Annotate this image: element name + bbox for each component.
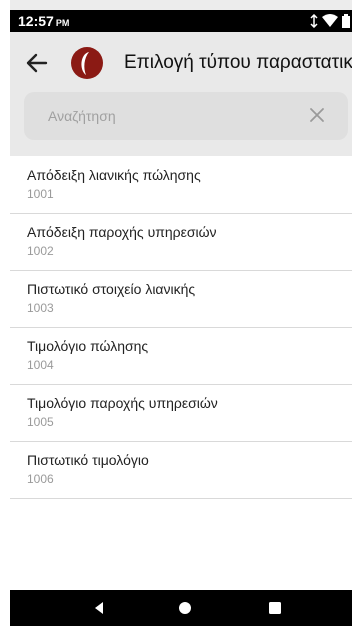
signal-icon (310, 14, 318, 28)
list-item-code: 1006 (27, 472, 54, 486)
list-item[interactable]: Απόδειξη λιανικής πώλησης 1001 (10, 156, 352, 214)
nav-home-button[interactable] (178, 601, 192, 615)
list-item[interactable]: Πιστωτικό τιμολόγιο 1006 (10, 441, 352, 499)
screen: 12:57 PM Επιλογή τύπου παραστατικού Αναζ… (0, 0, 352, 626)
page-title: Επιλογή τύπου παραστατικού (124, 52, 352, 73)
app-logo-icon (71, 47, 103, 79)
list-item-code: 1001 (27, 187, 54, 201)
nav-back-icon (95, 602, 103, 614)
list-item-label: Τιμολόγιο πώλησης (27, 338, 149, 354)
list-item-code: 1003 (27, 301, 54, 315)
status-ampm: PM (55, 18, 70, 28)
list-item-label: Πιστωτικό τιμολόγιο (27, 452, 149, 468)
nav-recent-button[interactable] (268, 601, 282, 615)
clear-search-button[interactable] (308, 106, 326, 124)
list-item[interactable]: Απόδειξη παροχής υπηρεσιών 1002 (10, 213, 352, 271)
list-item-label: Απόδειξη λιανικής πώλησης (27, 167, 201, 183)
list-item-code: 1004 (27, 358, 54, 372)
phone-screen: 12:57 PM Επιλογή τύπου παραστατικού Αναζ… (10, 0, 352, 626)
list-item-label: Απόδειξη παροχής υπηρεσιών (27, 224, 217, 240)
app-bar: Επιλογή τύπου παραστατικού Αναζήτηση (10, 32, 352, 156)
wifi-icon (322, 14, 338, 27)
nav-home-icon (179, 602, 191, 614)
list-item-label: Πιστωτικό στοιχείο λιανικής (27, 281, 196, 297)
list-item-code: 1005 (27, 415, 54, 429)
status-time: 12:57 PM (18, 13, 69, 29)
list-item[interactable]: Πιστωτικό στοιχείο λιανικής 1003 (10, 270, 352, 328)
back-button[interactable] (24, 50, 50, 76)
system-nav-bar (10, 590, 352, 626)
list-item-code: 1002 (27, 244, 54, 258)
app-logo (70, 46, 104, 80)
arrow-back-icon (26, 53, 48, 73)
list-item[interactable]: Τιμολόγιο πώλησης 1004 (10, 327, 352, 385)
status-bar: 12:57 PM (10, 10, 352, 32)
status-time-value: 12:57 (18, 13, 54, 29)
document-type-list: Απόδειξη λιανικής πώλησης 1001 Απόδειξη … (10, 156, 352, 590)
list-item[interactable]: Τιμολόγιο παροχής υπηρεσιών 1005 (10, 384, 352, 442)
status-icons (310, 14, 350, 28)
battery-icon (342, 14, 350, 28)
list-item-label: Τιμολόγιο παροχής υπηρεσιών (27, 395, 218, 411)
search-field[interactable]: Αναζήτηση (24, 92, 348, 140)
nav-recent-icon (269, 602, 281, 614)
close-icon (310, 108, 324, 122)
search-input[interactable]: Αναζήτηση (48, 108, 116, 124)
nav-back-button[interactable] (92, 601, 106, 615)
